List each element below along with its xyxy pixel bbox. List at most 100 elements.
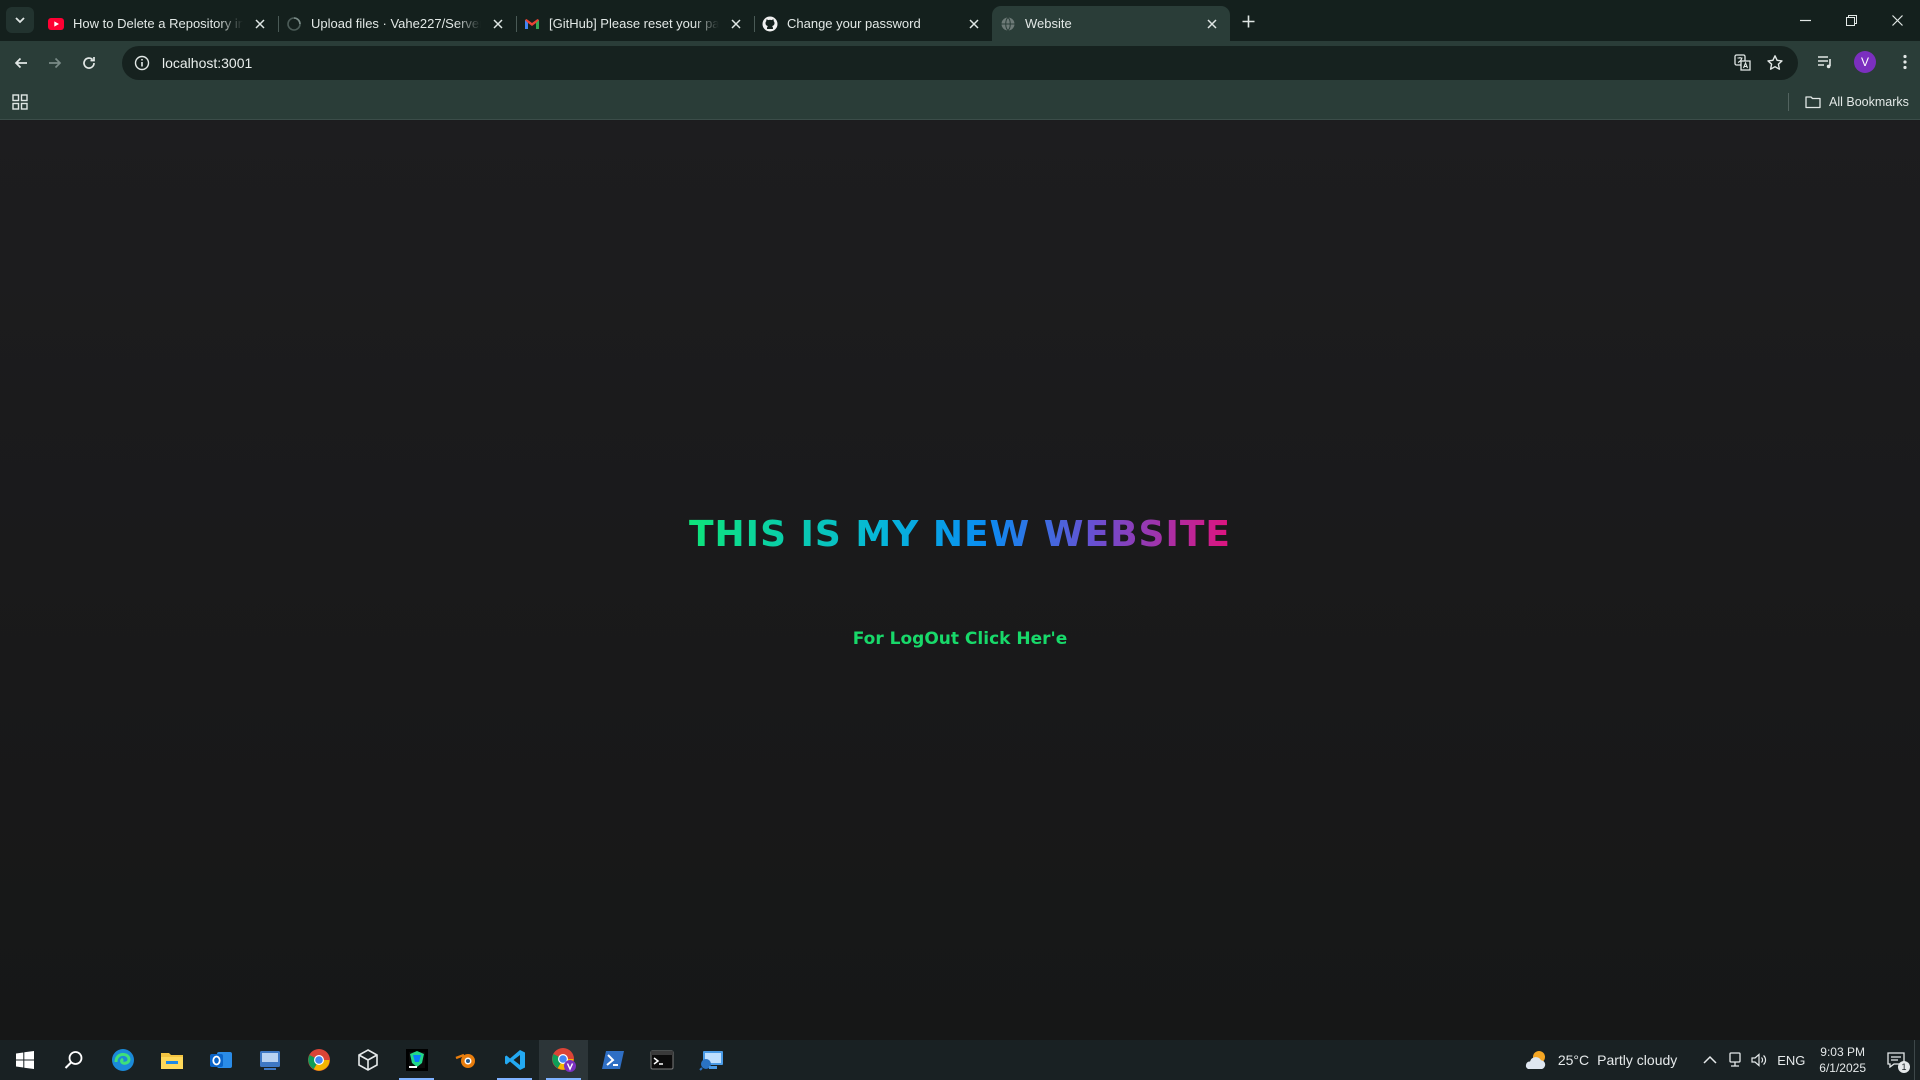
address-bar[interactable]: localhost:3001 [122, 46, 1798, 80]
logout-link[interactable]: For LogOut Click Her'e [0, 629, 1920, 649]
vscode-icon [504, 1050, 525, 1070]
taskbar-rider[interactable] [392, 1040, 441, 1080]
tab-website[interactable]: Website [992, 6, 1230, 41]
tab-github-password[interactable]: Change your password [754, 6, 992, 41]
show-desktop-button[interactable] [1914, 1040, 1920, 1080]
loading-icon [286, 16, 302, 32]
weather-widget[interactable]: 25°C Partly cloudy [1524, 1049, 1677, 1071]
start-button[interactable] [0, 1040, 49, 1080]
avatar: V [1854, 51, 1876, 73]
minimize-icon [1799, 19, 1811, 22]
close-icon[interactable] [252, 16, 268, 32]
mail-app-icon [259, 1051, 280, 1070]
terminal-icon [650, 1050, 673, 1070]
clock-date: 6/1/2025 [1819, 1061, 1866, 1075]
close-icon[interactable] [728, 16, 744, 32]
partly-cloudy-icon [1525, 1051, 1546, 1069]
close-window-button[interactable] [1874, 0, 1920, 41]
restore-button[interactable] [1828, 0, 1874, 41]
taskbar-edge[interactable] [98, 1040, 147, 1080]
page-headline: THIS IS MY NEW WEBSITE [0, 514, 1920, 555]
tab-title: [GitHub] Please reset your password [549, 16, 719, 31]
tab-gmail[interactable]: [GitHub] Please reset your password [516, 6, 755, 41]
page-viewport: THIS IS MY NEW WEBSITE For LogOut Click … [0, 121, 1920, 1040]
taskbar-terminal[interactable] [637, 1040, 686, 1080]
arrow-right-icon [49, 57, 62, 68]
powershell-icon [601, 1051, 624, 1069]
star-icon[interactable] [1766, 54, 1784, 72]
forward-button[interactable] [38, 46, 72, 80]
remote-desktop-icon [698, 1051, 723, 1071]
language-indicator[interactable]: ENG [1771, 1053, 1811, 1068]
notification-center-button[interactable]: 1 [1878, 1040, 1914, 1080]
youtube-icon [48, 16, 64, 32]
gmail-icon [524, 16, 540, 32]
playlist-icon [1818, 56, 1831, 69]
url-text[interactable]: localhost:3001 [162, 55, 252, 71]
unity-icon [357, 1049, 378, 1071]
reload-button[interactable] [72, 46, 106, 80]
apps-grid-icon[interactable] [10, 92, 30, 112]
tab-strip: How to Delete a Repository in GitHub Upl… [0, 0, 1920, 41]
network-icon [1729, 1052, 1741, 1067]
minimize-button[interactable] [1782, 0, 1828, 41]
weather-temperature: 25°C [1557, 1052, 1590, 1068]
close-icon[interactable] [1204, 16, 1220, 32]
reload-icon [83, 56, 95, 69]
restore-icon [1845, 15, 1857, 26]
more-vertical-icon [1903, 54, 1907, 70]
clock[interactable]: 9:03 PM 6/1/2025 [1819, 1044, 1866, 1076]
all-bookmarks-button[interactable]: All Bookmarks [1805, 92, 1909, 112]
chrome-profile-icon [551, 1048, 576, 1072]
volume-icon [1751, 1053, 1767, 1067]
tab-title: Change your password [787, 16, 921, 31]
bookmarks-bar: All Bookmarks [0, 84, 1920, 120]
network-status[interactable] [1723, 1052, 1747, 1068]
tab-upload-files[interactable]: Upload files · Vahe227/ServerProject [278, 6, 517, 41]
bookmarks-divider [1788, 93, 1789, 111]
show-hidden-icons-button[interactable] [1697, 1055, 1723, 1065]
taskbar-remote-desktop[interactable] [686, 1040, 735, 1080]
search-icon [64, 1051, 82, 1069]
taskbar-vscode[interactable] [490, 1040, 539, 1080]
tab-title: Upload files · Vahe227/ServerProject [311, 16, 481, 31]
tab-title: How to Delete a Repository in GitHub [73, 16, 243, 31]
close-icon [1891, 15, 1903, 26]
taskbar-file-explorer[interactable] [147, 1040, 196, 1080]
taskbar-mail-app[interactable] [245, 1040, 294, 1080]
window-controls [1782, 0, 1920, 41]
taskbar-search[interactable] [49, 1040, 98, 1080]
info-icon[interactable] [134, 55, 150, 71]
close-icon[interactable] [490, 16, 506, 32]
arrow-left-icon [14, 57, 27, 68]
edge-icon [111, 1049, 134, 1071]
tab-title: Website [1025, 16, 1072, 31]
taskbar-chrome[interactable] [294, 1040, 343, 1080]
profile-button[interactable]: V [1848, 45, 1882, 79]
translate-icon[interactable] [1734, 54, 1752, 72]
taskbar-blender[interactable] [441, 1040, 490, 1080]
menu-button[interactable] [1888, 45, 1920, 79]
clock-time: 9:03 PM [1820, 1045, 1865, 1059]
toolbar-right: V [1808, 45, 1920, 79]
close-icon[interactable] [966, 16, 982, 32]
chrome-icon [307, 1049, 330, 1071]
taskbar-chrome-profile[interactable] [539, 1040, 588, 1080]
file-explorer-icon [160, 1053, 183, 1069]
back-button[interactable] [4, 46, 38, 80]
headline-text: THIS IS MY NEW WEBSITE [689, 514, 1231, 555]
media-controls-button[interactable] [1808, 45, 1842, 79]
all-bookmarks-label: All Bookmarks [1829, 95, 1909, 109]
tab-youtube[interactable]: How to Delete a Repository in GitHub [40, 6, 279, 41]
volume-control[interactable] [1747, 1053, 1771, 1067]
folder-icon [1805, 96, 1821, 109]
nav-buttons [4, 46, 106, 80]
taskbar-unity[interactable] [343, 1040, 392, 1080]
new-tab-button[interactable] [1234, 8, 1262, 34]
system-tray: 25°C Partly cloudy ENG 9:03 PM 6/1/2025 … [1524, 1040, 1920, 1080]
taskbar-powershell[interactable] [588, 1040, 637, 1080]
windows-start-icon [15, 1051, 34, 1069]
globe-icon [1000, 16, 1016, 32]
tab-search-button[interactable] [6, 7, 34, 33]
taskbar-outlook[interactable] [196, 1040, 245, 1080]
